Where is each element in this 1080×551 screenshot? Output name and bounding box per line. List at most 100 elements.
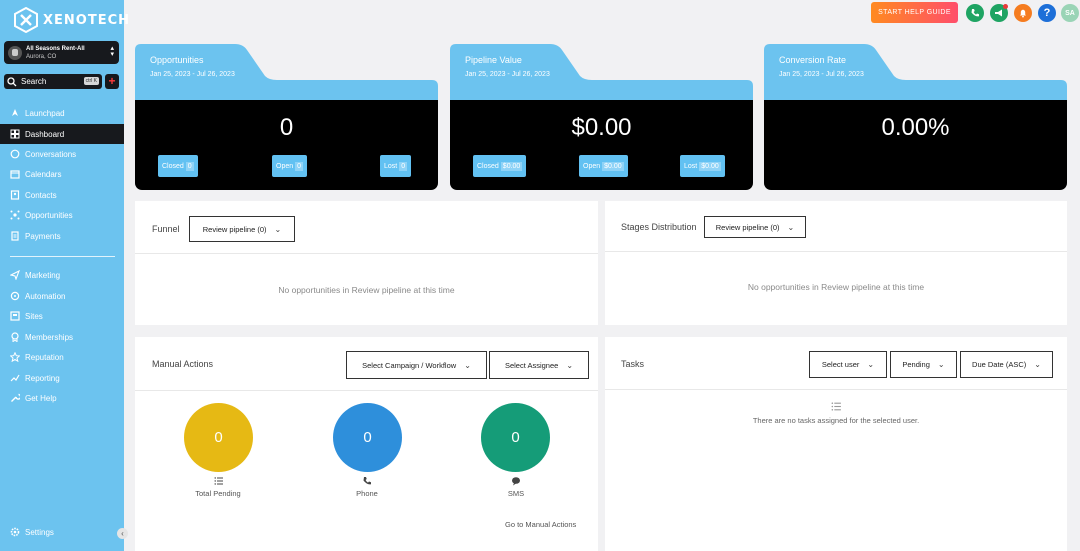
select-value: Select Assignee [504,360,559,370]
card-date-range: Jan 25, 2023 - Jul 26, 2023 [779,71,864,78]
start-help-guide-button[interactable]: START HELP GUIDE [871,2,958,23]
sidebar-item-label: Payments [25,231,61,241]
pill-value: $0.00 [500,161,523,171]
select-value: Review pipeline (0) [715,222,780,232]
sidebar-item-opportunities[interactable]: Opportunities [0,205,124,225]
phone-bubble[interactable]: 0 [333,403,402,472]
sites-icon [10,311,20,321]
campaign-workflow-select[interactable]: Select Campaign / Workflow ⌄ [346,351,487,379]
user-select[interactable]: Select user ⌄ [809,351,887,378]
stages-pipeline-select[interactable]: Review pipeline (0) ⌄ [704,216,806,238]
go-to-manual-actions-link[interactable]: Go to Manual Actions [505,520,576,529]
card-value: $0.00 [571,114,632,141]
select-value: Select user [821,360,860,369]
pill-label: Lost [684,162,698,170]
rocket-icon [12,109,18,116]
sidebar-item-reputation[interactable]: Reputation [0,347,124,367]
sidebar-item-label: Reputation [25,352,64,362]
sidebar-item-launchpad[interactable]: Launchpad [0,103,124,123]
sidebar-item-settings[interactable]: Settings [0,522,124,542]
card-title: Pipeline Value [465,55,522,65]
sidebar-item-marketing[interactable]: Marketing [0,265,124,285]
collapse-sidebar-button[interactable]: ‹ [117,528,128,539]
sidebar-item-memberships[interactable]: Memberships [0,327,124,347]
account-switcher[interactable]: All Seasons Rent-All Aurora, CO ▴ ▾ [4,41,119,64]
chevron-down-icon: ⌄ [867,360,875,369]
help-button[interactable]: ? [1038,4,1056,22]
status-select[interactable]: Pending ⌄ [890,351,957,378]
quick-add-button[interactable]: + [105,74,119,89]
search-bar[interactable]: Search ctrl K [4,74,102,89]
sidebar-item-reporting[interactable]: Reporting [0,368,124,388]
pill-label: Open [583,162,601,170]
pill-label: Closed [477,162,499,170]
notification-dot [1003,4,1008,9]
panel-title: Funnel [152,224,180,234]
funnel-pipeline-select[interactable]: Review pipeline (0) ⌄ [189,216,295,242]
brand[interactable]: XENOTECH [13,6,130,34]
search-shortcut: ctrl K [83,77,99,85]
user-avatar[interactable]: SA [1061,4,1079,22]
pill-label: Closed [162,162,184,170]
chevron-down-icon: ⌄ [464,360,471,370]
total-pending-bubble[interactable]: 0 [184,403,253,472]
card-body: $0.00 Closed $0.00 Open $0.00 Lost $0.00 [450,100,753,190]
sort-select[interactable]: Due Date (ASC) ⌄ [960,351,1053,378]
card-date-range: Jan 25, 2023 - Jul 26, 2023 [150,71,235,78]
sidebar-item-label: Settings [25,527,54,537]
chevron-down-icon: ⌄ [566,360,574,370]
closed-pill[interactable]: Closed 0 [158,155,198,177]
sidebar-item-contacts[interactable]: Contacts [0,185,124,205]
sidebar-item-dashboard[interactable]: Dashboard [0,124,124,144]
sidebar-item-sites[interactable]: Sites [0,306,124,326]
empty-state-text: There are no tasks assigned for the sele… [752,416,920,425]
open-pill[interactable]: Open 0 [272,155,308,177]
sidebar-item-payments[interactable]: Payments [0,226,124,246]
sidebar-item-label: Dashboard [25,129,65,139]
open-pill[interactable]: Open $0.00 [579,155,628,177]
opportunities-card: Opportunities Jan 25, 2023 - Jul 26, 202… [135,44,438,190]
closed-pill[interactable]: Closed $0.00 [473,155,527,177]
membership-icon [11,332,19,342]
sidebar-item-get-help[interactable]: Get Help [0,388,124,408]
sidebar-item-automation[interactable]: Automation [0,286,124,306]
sidebar-item-label: Opportunities [25,210,73,220]
brand-name: XENOTECH [43,12,131,28]
empty-state-text: No opportunities in Review pipeline at t… [747,282,925,292]
pill-value: 0 [185,161,194,171]
account-icon [8,45,22,60]
chat-bubble-icon [512,477,520,486]
pill-value: $0.00 [602,161,624,171]
calendar-icon [10,170,20,179]
pill-label: Open [276,162,294,170]
announcements-button[interactable] [990,4,1008,22]
funnel-panel: Funnel Review pipeline (0) ⌄ No opportuni… [135,201,598,325]
select-value: Due Date (ASC) [972,360,1027,369]
panel-title: Tasks [621,359,645,369]
send-icon [10,270,20,280]
notifications-button[interactable] [1014,4,1032,22]
sidebar: XENOTECH All Seasons Rent-All Aurora, CO… [0,0,129,551]
sms-bubble[interactable]: 0 [481,403,550,472]
sidebar-item-label: Conversations [25,149,77,159]
card-value: 0.00% [881,114,950,141]
phone-icon [363,477,371,485]
sidebar-item-conversations[interactable]: Conversations [0,144,124,164]
phone-call-button[interactable] [966,4,984,22]
panel-title: Stages Distribution [621,222,697,232]
lost-pill[interactable]: Lost 0 [380,155,412,177]
tasks-panel: Tasks Select user ⌄ Pending ⌄ Due Date (AS… [605,337,1067,551]
phone-icon [971,9,979,17]
megaphone-icon [995,9,1002,17]
account-name: All Seasons Rent-All [26,45,85,52]
contacts-icon [10,190,20,200]
sidebar-item-label: Reporting [25,373,60,383]
sidebar-item-calendars[interactable]: Calendars [0,164,124,184]
account-location: Aurora, CO [26,53,57,60]
assignee-select[interactable]: Select Assignee ⌄ [489,351,589,379]
pill-value: 0 [399,161,408,171]
chevron-updown-icon: ▴ ▾ [110,45,114,58]
chat-icon [10,149,20,159]
conversion-rate-card: Conversion Rate Jan 25, 2023 - Jul 26, 2… [764,44,1067,190]
lost-pill[interactable]: Lost $0.00 [680,155,725,177]
